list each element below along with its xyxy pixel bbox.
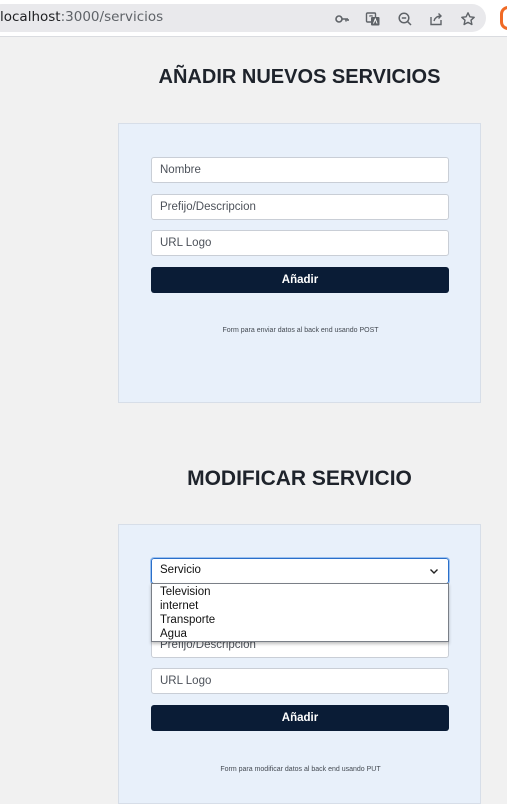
key-icon[interactable]	[334, 11, 350, 27]
translate-icon[interactable]	[365, 11, 381, 27]
modify-service-title: MODIFICAR SERVICIO	[187, 467, 412, 490]
share-icon[interactable]	[428, 11, 444, 27]
star-icon[interactable]	[460, 11, 476, 27]
add-services-title: AÑADIR NUEVOS SERVICIOS	[158, 66, 441, 88]
service-dropdown-list: Television internet Transporte Agua	[151, 583, 449, 642]
post-form-note: Form para enviar datos al back end usand…	[222, 327, 379, 334]
add-service-button[interactable]: Añadir	[151, 267, 449, 293]
service-option[interactable]: Television	[152, 585, 448, 599]
chevron-down-icon	[430, 569, 438, 574]
zoom-out-icon[interactable]	[397, 11, 413, 27]
extension-icon[interactable]	[500, 6, 507, 30]
service-select-value: Servicio	[160, 564, 201, 576]
prefix-description-input[interactable]	[151, 194, 449, 220]
service-option[interactable]: internet	[152, 599, 448, 613]
add-service-form: Añadir Form para enviar datos al back en…	[118, 123, 481, 403]
service-select[interactable]: Servicio	[150, 557, 450, 585]
url-host: localhost	[0, 9, 61, 25]
logo-url-input[interactable]	[151, 230, 449, 256]
url-text[interactable]: localhost:3000/servicios	[0, 9, 163, 25]
modify-service-form: Añadir Form para modificar datos al back…	[118, 524, 481, 804]
put-form-note: Form para modificar datos al back end us…	[220, 766, 381, 773]
modify-submit-button[interactable]: Añadir	[151, 705, 449, 731]
service-option[interactable]: Agua	[152, 627, 448, 641]
browser-toolbar: localhost:3000/servicios	[0, 0, 507, 37]
address-bar[interactable]: localhost:3000/servicios	[0, 4, 486, 32]
modify-logo-url-input[interactable]	[151, 668, 449, 694]
service-option[interactable]: Transporte	[152, 613, 448, 627]
name-input[interactable]	[151, 157, 449, 183]
url-path: :3000/servicios	[60, 9, 164, 25]
